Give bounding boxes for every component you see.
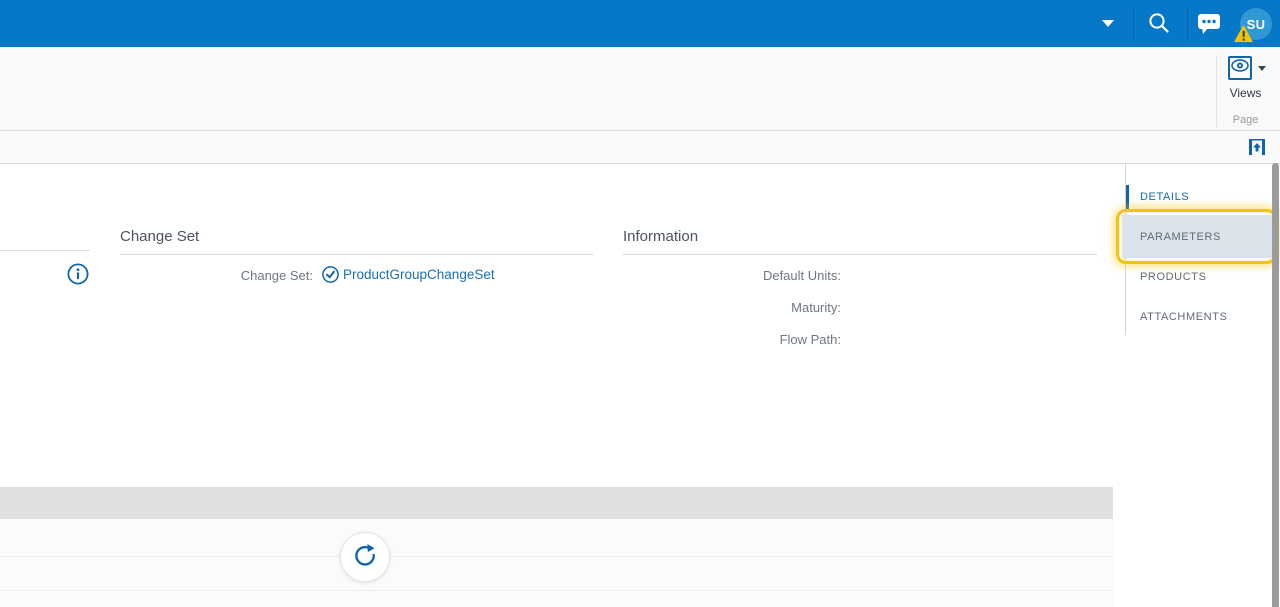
refresh-icon [352,542,378,573]
tab-parameters[interactable]: PARAMETERS [1140,231,1221,243]
eye-icon [1231,59,1249,77]
grid-rows-area [0,519,1113,607]
search-icon[interactable] [1147,11,1171,35]
views-button-label: Views [1229,86,1262,100]
section-title-change-set: Change Set [120,228,593,255]
left-divider [0,250,90,251]
topbar-divider [1187,8,1188,39]
grid-header-bar [0,487,1113,519]
page-toolbar [0,131,1280,164]
ribbon-group-divider [1216,55,1217,127]
vertical-scrollbar[interactable] [1272,163,1279,607]
tab-attachments[interactable]: ATTACHMENTS [1140,311,1227,323]
grid-row-divider [0,556,1113,557]
app-window: SU Views Page Change Set Change Set: Pro… [0,0,1280,607]
change-set-link[interactable]: ProductGroupChangeSet [343,267,495,282]
chat-icon[interactable] [1197,13,1222,35]
views-button[interactable] [1228,56,1252,80]
topbar-divider [1133,8,1134,39]
tab-products[interactable]: PRODUCTS [1140,271,1207,283]
grid-row-divider [0,590,1113,591]
tab-details[interactable]: DETAILS [1140,191,1189,203]
top-navigation-bar: SU [0,0,1280,47]
collapse-panel-icon[interactable] [1249,139,1265,155]
section-title-information: Information [623,228,1097,255]
check-circle-icon [322,266,339,283]
flow-path-label: Flow Path: [779,332,841,347]
chevron-down-icon[interactable] [1102,20,1114,27]
default-units-label: Default Units: [762,268,841,283]
change-set-field-label: Change Set: [240,268,313,283]
views-dropdown-icon[interactable] [1258,66,1266,71]
maturity-label: Maturity: [791,300,841,315]
refresh-button[interactable] [340,532,390,582]
warning-icon [1233,24,1254,43]
ribbon: Views Page [0,47,1280,131]
info-icon[interactable] [67,263,89,285]
ribbon-group-label: Page [1232,114,1259,126]
active-tab-indicator [1126,185,1129,210]
details-panel: Change Set Change Set: ProductGroupChang… [0,164,1280,607]
